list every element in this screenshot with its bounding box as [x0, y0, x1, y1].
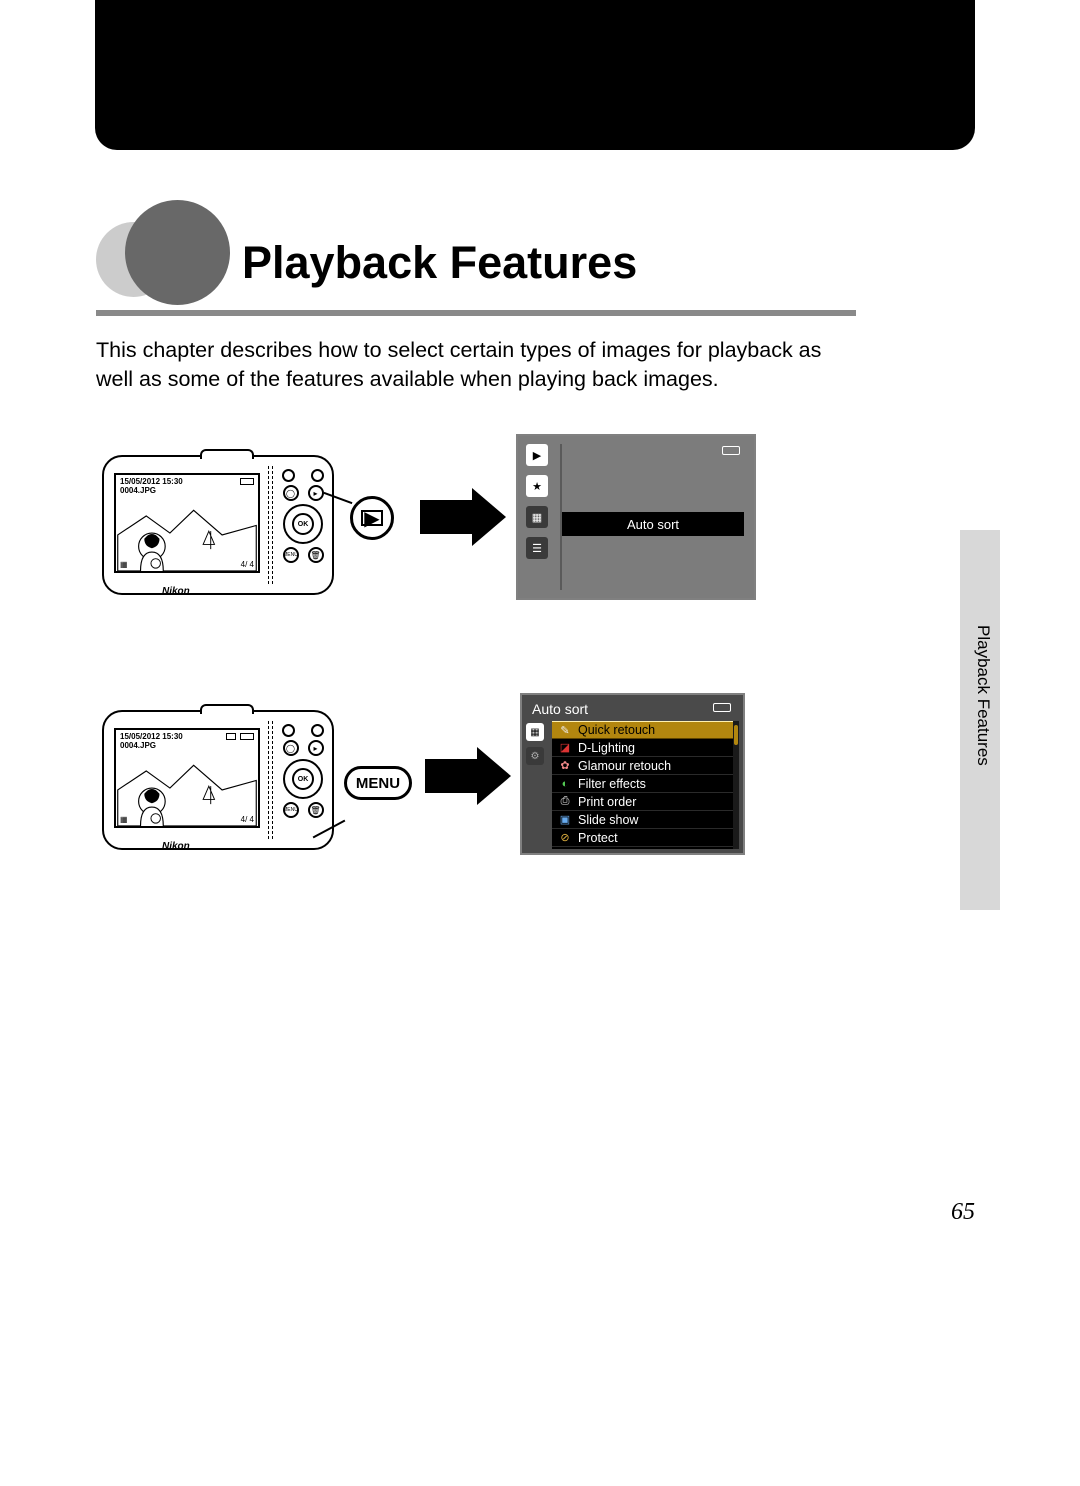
- dpad: [283, 759, 323, 799]
- menu-title: Auto sort: [532, 701, 588, 717]
- camera-lcd: 15/05/2012 15:30 0004.JPG ▦ 4/ 4: [114, 728, 260, 828]
- d-lighting-icon: ◪: [558, 741, 572, 754]
- tab-fav-icon[interactable]: ★: [526, 475, 548, 497]
- tab-play-icon[interactable]: ▶: [526, 444, 548, 466]
- menu-item-print-order[interactable]: ⎙ Print order: [552, 793, 739, 811]
- menu-item-protect[interactable]: ⊘ Protect: [552, 829, 739, 847]
- menu-tab-setup-icon[interactable]: ⚙: [526, 747, 544, 765]
- dpad: [283, 504, 323, 544]
- header-dot-big: [125, 200, 230, 305]
- menu-item-quick-retouch[interactable]: ✎ Quick retouch: [552, 721, 739, 739]
- camera-logo: Nikon: [162, 841, 190, 852]
- menu-list: ✎ Quick retouch ◪ D-Lighting ✿ Glamour r…: [552, 721, 739, 849]
- led-icon: [282, 724, 295, 737]
- arrow-right-1: [420, 500, 472, 534]
- play-button: ▸: [308, 740, 324, 756]
- thumb-icon: ▦: [120, 815, 128, 824]
- lcd-date: 15/05/2012 15:30 0004.JPG: [120, 478, 183, 496]
- battery-icon: [240, 478, 254, 485]
- slideshow-icon: ▣: [558, 813, 572, 826]
- menu-item-d-lighting[interactable]: ◪ D-Lighting: [552, 739, 739, 757]
- protect-icon: ⊘: [558, 831, 572, 844]
- menu-callout: MENU: [344, 766, 412, 800]
- chapter-title: Playback Features: [242, 237, 637, 289]
- menu-item-slide-show[interactable]: ▣ Slide show: [552, 811, 739, 829]
- camera-lcd: 15/05/2012 15:30 0004.JPG ▦ 4/ 4: [114, 473, 260, 573]
- delete-button: 🗑: [308, 802, 324, 818]
- thumb-icon: ▦: [120, 560, 128, 569]
- camera-illustration-1: 15/05/2012 15:30 0004.JPG ▦ 4/ 4 Nikon: [102, 455, 334, 595]
- mode-menu-screen: ▶ ★ ▦ ☰ Auto sort: [516, 434, 756, 600]
- led-icon: [311, 469, 324, 482]
- camera-buttons: ◯ ▸ MENU 🗑: [280, 469, 326, 563]
- arrow-tip-icon: [472, 488, 506, 546]
- menu-item-filter-effects[interactable]: ◐ Filter effects: [552, 775, 739, 793]
- page-number: 65: [951, 1199, 975, 1226]
- camera-illustration-2: 15/05/2012 15:30 0004.JPG ▦ 4/ 4 Nikon: [102, 710, 334, 850]
- battery-icon: [240, 733, 254, 740]
- led-icon: [311, 724, 324, 737]
- filter-icon: ◐: [558, 778, 572, 790]
- led-icon: [282, 469, 295, 482]
- print-icon: ⎙: [558, 795, 572, 808]
- camera-logo: Nikon: [162, 586, 190, 597]
- sort-icon: [226, 733, 236, 740]
- thumb-tab-label: Playback Features: [973, 625, 993, 766]
- glamour-icon: ✿: [558, 759, 572, 772]
- delete-button: 🗑: [308, 547, 324, 563]
- quick-retouch-icon: ✎: [558, 724, 572, 737]
- menu-button: MENU: [283, 802, 299, 818]
- mode-button: ◯: [283, 740, 299, 756]
- camera-buttons: ◯ ▸ MENU 🗑: [280, 724, 326, 818]
- tab-autosort-icon[interactable]: ▦: [526, 506, 548, 528]
- menu-button: MENU: [283, 547, 299, 563]
- tab-list-icon[interactable]: ☰: [526, 537, 548, 559]
- scrollbar[interactable]: [733, 721, 739, 849]
- play-icon: ▶: [361, 510, 383, 526]
- header-strip: [95, 0, 975, 150]
- lcd-date: 15/05/2012 15:30 0004.JPG: [120, 733, 183, 751]
- battery-icon: [713, 703, 731, 712]
- arrow-right-2: [425, 759, 477, 793]
- play-callout: ▶: [350, 496, 394, 540]
- chapter-intro: This chapter describes how to select cer…: [96, 336, 856, 393]
- menu-tab-playback-icon[interactable]: ▦: [526, 723, 544, 741]
- mode-button: ◯: [283, 485, 299, 501]
- title-underline: [96, 310, 856, 316]
- play-button: ▸: [308, 485, 324, 501]
- playback-menu-screen: Auto sort ▦ ⚙ ✎ Quick retouch ◪ D-Lighti…: [520, 693, 745, 855]
- menu-item-glamour-retouch[interactable]: ✿ Glamour retouch: [552, 757, 739, 775]
- menu-label: MENU: [356, 775, 400, 792]
- mode-highlight[interactable]: Auto sort: [562, 512, 744, 536]
- battery-icon: [722, 446, 740, 455]
- arrow-tip-icon: [477, 747, 511, 805]
